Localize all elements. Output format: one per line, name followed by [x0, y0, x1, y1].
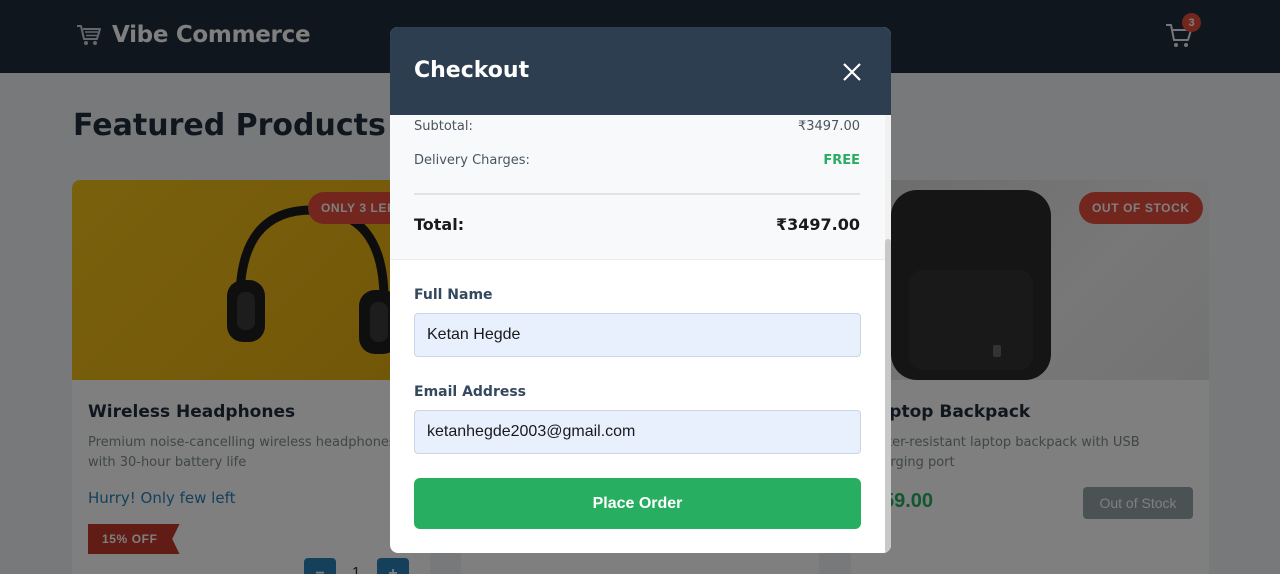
summary-divider — [414, 193, 860, 195]
email-label: Email Address — [414, 384, 527, 400]
modal-header: Checkout — [390, 27, 891, 115]
scrollbar-thumb[interactable] — [885, 239, 891, 553]
delivery-value: FREE — [823, 153, 860, 168]
total-label: Total: — [414, 215, 465, 234]
modal-title: Checkout — [414, 58, 530, 83]
order-summary: Subtotal: ₹3497.00 Delivery Charges: FRE… — [390, 115, 885, 260]
delivery-label: Delivery Charges: — [414, 153, 530, 168]
close-icon[interactable] — [840, 60, 864, 84]
checkout-modal: Checkout Subtotal: ₹3497.00 Delivery Cha… — [390, 27, 891, 553]
subtotal-value: ₹3497.00 — [797, 119, 860, 134]
subtotal-label: Subtotal: — [414, 119, 473, 134]
total-value: ₹3497.00 — [775, 215, 860, 234]
place-order-button[interactable]: Place Order — [414, 478, 861, 529]
email-field[interactable] — [414, 410, 861, 454]
full-name-field[interactable] — [414, 313, 861, 357]
full-name-label: Full Name — [414, 287, 493, 303]
